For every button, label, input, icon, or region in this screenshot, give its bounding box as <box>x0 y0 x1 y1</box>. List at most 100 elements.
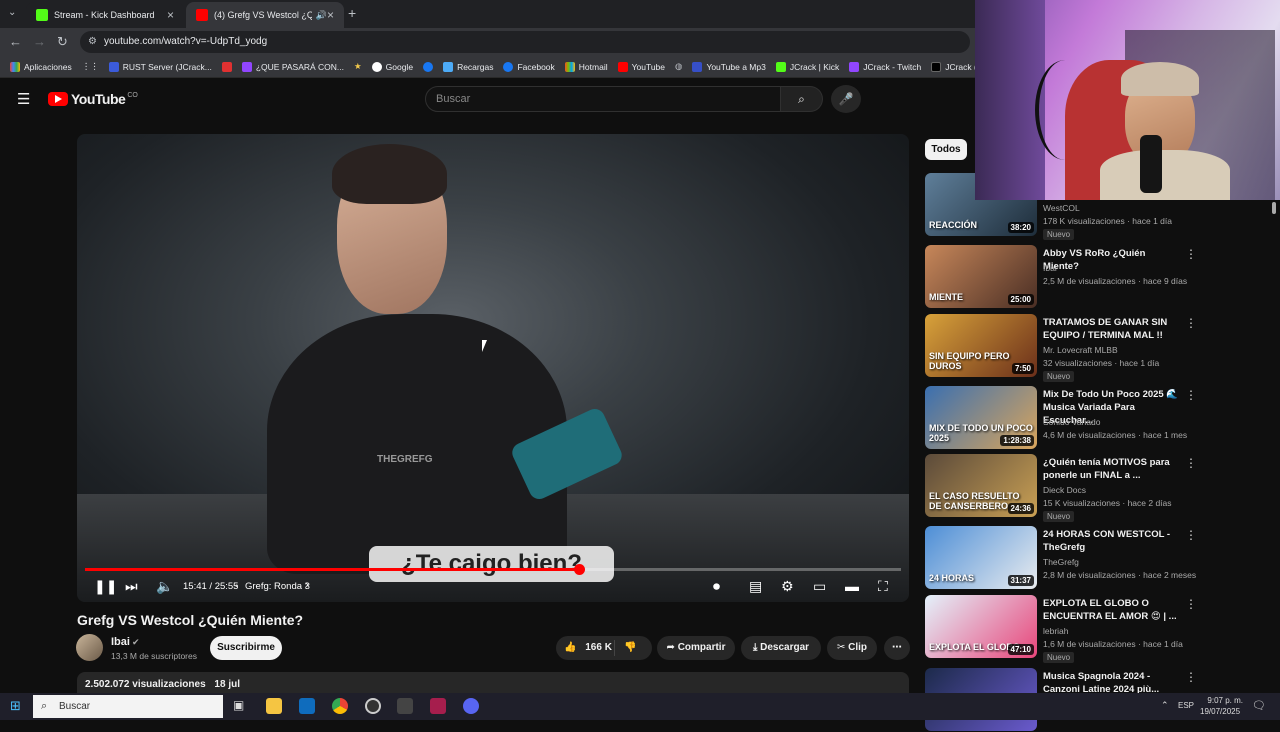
video-thumbnail[interactable]: MIENTE 25:00 <box>925 245 1037 308</box>
bookmark-item[interactable] <box>221 61 232 72</box>
more-vertical-icon[interactable]: ⋮ <box>1185 456 1197 470</box>
app-icon[interactable] <box>430 698 446 714</box>
task-view-icon[interactable]: ▣ <box>233 698 249 714</box>
close-icon[interactable]: × <box>167 8 174 22</box>
bookmark-item[interactable]: YouTube a Mp3 <box>692 61 766 72</box>
voice-search-button[interactable]: 🎤 <box>831 85 861 113</box>
more-vertical-icon[interactable]: ⋮ <box>1185 670 1197 684</box>
more-vertical-icon[interactable]: ⋮ <box>1185 388 1197 402</box>
volume-icon[interactable]: 🔈 <box>156 578 173 595</box>
bookmark-item[interactable]: JCrack (@JCra <box>931 61 975 72</box>
recommended-title[interactable]: ¿Quién tenía MOTIVOS para ponerle un FIN… <box>1043 456 1183 482</box>
taskbar-search[interactable]: ⌕ Buscar <box>33 695 223 718</box>
speaker-icon[interactable]: 🔊 <box>316 10 327 21</box>
recommended-video[interactable]: EL CASO RESUELTO DE CANSERBERO 24:36 ¿Quié… <box>925 454 1265 522</box>
recommended-channel[interactable]: Mr. Lovecraft MLBB <box>1043 345 1118 355</box>
new-tab-button[interactable]: + <box>348 5 356 21</box>
recommended-video[interactable]: 24 HORAS 31:37 24 HORAS CON WESTCOL - TheG… <box>925 526 1265 590</box>
discord-icon[interactable] <box>463 698 479 714</box>
bookmark-item[interactable]: Facebook <box>503 61 555 72</box>
subscribe-button[interactable]: Suscribirme <box>210 636 282 660</box>
bookmark-item[interactable] <box>423 61 434 72</box>
reload-button[interactable]: ↻ <box>57 34 68 50</box>
progress-bar[interactable] <box>85 564 901 575</box>
sidebar-scrollbar[interactable] <box>1270 200 1278 693</box>
more-vertical-icon[interactable]: ⋮ <box>1185 528 1197 542</box>
filter-chip-all[interactable]: Todos <box>925 139 967 160</box>
chevron-right-icon[interactable]: › <box>305 579 309 591</box>
video-player[interactable]: THEGREFG ¿Te caigo bien? ❚❚ ⏭ 🔈 15:41 / … <box>77 134 909 602</box>
language-indicator[interactable]: ESP <box>1178 701 1194 710</box>
more-actions-button[interactable]: ⋯ <box>884 636 910 660</box>
forward-button[interactable]: → <box>33 34 46 49</box>
pause-icon[interactable]: ❚❚ <box>94 578 117 595</box>
next-icon[interactable]: ⏭ <box>125 578 138 595</box>
notification-icon[interactable]: 🗨 <box>1252 699 1266 712</box>
video-thumbnail[interactable]: EL CASO RESUELTO DE CANSERBERO 24:36 <box>925 454 1037 517</box>
menu-icon[interactable]: ☰ <box>17 90 30 108</box>
miniplayer-icon[interactable]: ▭ <box>813 578 826 595</box>
clock-time[interactable]: 9:07 p. m. <box>1203 696 1243 705</box>
recommended-channel[interactable]: Sonido Variado <box>1043 417 1101 427</box>
windows-start-icon[interactable]: ⊞ <box>10 698 21 714</box>
fullscreen-icon[interactable]: ⛶ <box>878 578 888 595</box>
bookmark-item[interactable]: RUST Server (JCrack... <box>108 61 212 72</box>
tray-chevron-icon[interactable]: ⌃ <box>1161 700 1169 711</box>
bookmark-item[interactable]: ¿QUE PASARÁ CON... <box>241 61 344 72</box>
video-thumbnail[interactable]: MIX DE TODO UN POCO 2025 1:28:38 <box>925 386 1037 449</box>
globe-icon[interactable]: ◍ <box>675 61 682 72</box>
recommended-title[interactable]: TRATAMOS DE GANAR SIN EQUIPO / TERMINA M… <box>1043 316 1183 342</box>
obs-icon[interactable] <box>365 698 381 714</box>
more-vertical-icon[interactable]: ⋮ <box>1185 316 1197 330</box>
recommended-channel[interactable]: Ibai <box>1043 263 1057 273</box>
recommended-video[interactable]: MIENTE 25:00 Abby VS RoRo ¿Quién Miente? Ib… <box>925 245 1265 309</box>
chapter-title[interactable]: Grefg: Ronda 3 <box>245 581 310 592</box>
chrome-icon[interactable] <box>332 698 348 714</box>
bookmark-item[interactable]: Google <box>371 61 413 72</box>
clip-button[interactable]: ✂ Clip <box>827 636 877 660</box>
youtube-logo[interactable]: YouTube CO <box>48 91 138 107</box>
star-icon[interactable]: ★ <box>354 61 362 72</box>
tab-kick-dashboard[interactable]: Stream - Kick Dashboard × <box>26 2 184 28</box>
recommended-title[interactable]: EXPLOTA EL GLOBO O ENCUENTRA EL AMOR 😍 |… <box>1043 597 1183 623</box>
recommended-video[interactable]: MIX DE TODO UN POCO 2025 1:28:38 Mix De To… <box>925 386 1265 450</box>
grid-icon[interactable]: ⋮⋮ <box>82 61 99 72</box>
like-icon[interactable]: 👍 <box>564 642 576 653</box>
outlook-icon[interactable] <box>299 698 315 714</box>
recommended-title[interactable]: Abby VS RoRo ¿Quién Miente? <box>1043 247 1183 273</box>
back-button[interactable]: ← <box>9 34 22 49</box>
bookmark-item[interactable]: YouTube <box>617 61 665 72</box>
recommended-channel[interactable]: TheGrefg <box>1043 557 1079 567</box>
recommended-video[interactable]: SIN EQUIPO PERO DUROS 7:50 TRATAMOS DE GAN… <box>925 314 1265 382</box>
clock-date[interactable]: 19/07/2025 <box>1200 707 1240 716</box>
video-thumbnail[interactable]: EXPLOTA EL GLOBO 47:10 <box>925 595 1037 658</box>
site-info-icon[interactable]: ⚙ <box>88 31 97 53</box>
app-icon[interactable] <box>397 698 413 714</box>
tab-youtube-video[interactable]: (4) Grefg VS Westcol ¿Quién 🔊 × <box>186 2 344 28</box>
like-count[interactable]: 166 K <box>585 642 612 653</box>
settings-gear-icon[interactable]: ⚙ <box>781 578 794 595</box>
bookmark-item[interactable]: Aplicaciones <box>10 61 72 72</box>
bookmark-item[interactable]: Recargas <box>443 61 493 72</box>
channel-name[interactable]: Ibai <box>111 636 130 648</box>
bookmark-item[interactable]: Hotmail <box>564 61 608 72</box>
dislike-icon[interactable]: 👎 <box>624 636 636 660</box>
autoplay-toggle[interactable]: ⏺ <box>713 578 720 595</box>
recommended-title[interactable]: 24 HORAS CON WESTCOL - TheGrefg <box>1043 528 1183 554</box>
video-thumbnail[interactable]: SIN EQUIPO PERO DUROS 7:50 <box>925 314 1037 377</box>
address-bar[interactable]: ⚙ youtube.com/watch?v=-UdpTd_yodg <box>80 31 970 53</box>
subtitles-icon[interactable]: ▤ <box>749 578 762 595</box>
recommended-channel[interactable]: lebriah <box>1043 626 1069 636</box>
close-icon[interactable]: × <box>327 8 334 22</box>
search-input[interactable]: Buscar <box>425 86 781 112</box>
more-vertical-icon[interactable]: ⋮ <box>1185 597 1197 611</box>
recommended-channel[interactable]: WestCOL <box>1043 203 1080 213</box>
recommended-channel[interactable]: Dieck Docs <box>1043 485 1086 495</box>
bookmark-item[interactable]: JCrack - Twitch <box>849 61 921 72</box>
more-vertical-icon[interactable]: ⋮ <box>1185 247 1197 261</box>
bookmark-item[interactable]: JCrack | Kick <box>775 61 839 72</box>
theater-mode-icon[interactable]: ▬ <box>845 578 859 594</box>
video-thumbnail[interactable]: 24 HORAS 31:37 <box>925 526 1037 589</box>
file-explorer-icon[interactable] <box>266 698 282 714</box>
download-button[interactable]: ⤓ Descargar <box>741 636 821 660</box>
